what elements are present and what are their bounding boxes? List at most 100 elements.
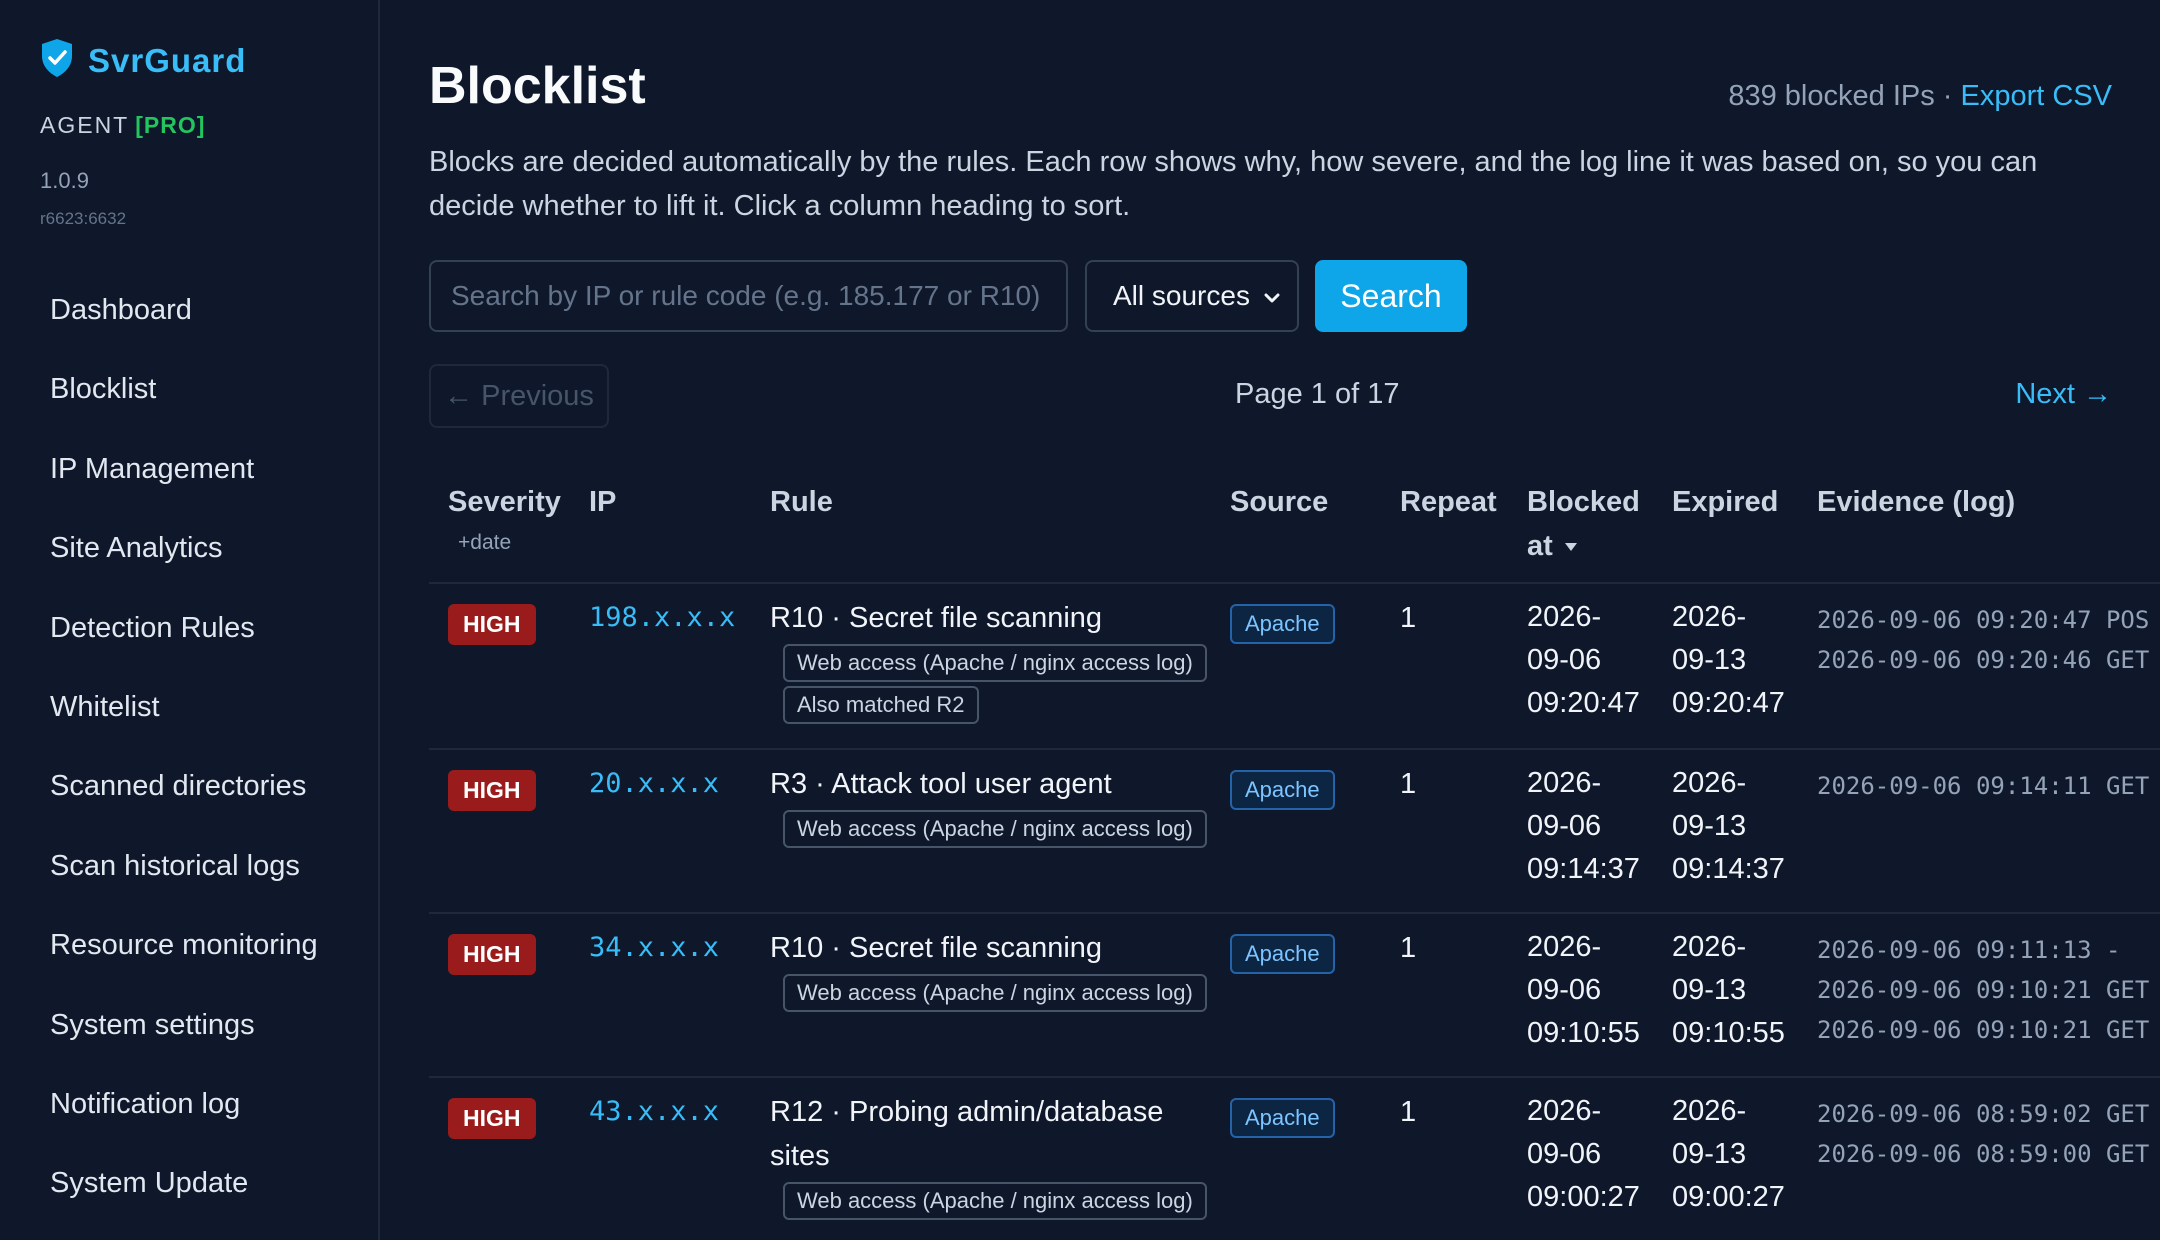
- chip-row: Also matched R2: [770, 682, 1230, 724]
- blocked-at-year: 2026-: [1527, 767, 1602, 799]
- source-select-value: All sources: [1113, 280, 1250, 311]
- previous-page-button[interactable]: ← Previous: [429, 364, 609, 428]
- evidence-line: 2026-09-06 09:20:47 POS: [1817, 606, 2150, 634]
- ip-link[interactable]: 198.x.x.x: [589, 602, 735, 633]
- chip-row: Web access (Apache / nginx access log): [770, 970, 1230, 1012]
- search-input[interactable]: [429, 260, 1068, 332]
- sidebar-item-ip-management[interactable]: IP Management: [50, 443, 370, 522]
- log-type-chip: Web access (Apache / nginx access log): [783, 1182, 1207, 1220]
- blocked-at-date: 09-06: [1527, 644, 1602, 676]
- log-type-chip: Web access (Apache / nginx access log): [783, 644, 1207, 682]
- column-blocked-at[interactable]: Blocked at: [1527, 480, 1640, 568]
- sidebar-item-detection-rules[interactable]: Detection Rules: [50, 602, 370, 681]
- ip-link[interactable]: 34.x.x.x: [589, 932, 719, 963]
- table-row[interactable]: HIGH 34.x.x.x R10 · Secret file scanning…: [429, 914, 2160, 1078]
- sidebar-item-system-update[interactable]: System Update: [50, 1157, 370, 1236]
- evidence-line: 2026-09-06 09:14:11 GET: [1817, 772, 2150, 800]
- severity-badge: HIGH: [448, 934, 536, 975]
- agent-label: AGENT [PRO]: [40, 112, 205, 139]
- sidebar-item-system-settings[interactable]: System settings: [50, 999, 370, 1078]
- blocked-count-text: 839 blocked IPs ·: [1728, 80, 1961, 112]
- table-row[interactable]: HIGH 198.x.x.x R10 · Secret file scannin…: [429, 584, 2160, 750]
- chevron-down-icon: [1261, 284, 1283, 306]
- ip-link[interactable]: 43.x.x.x: [589, 1096, 719, 1127]
- source-badge: Apache: [1230, 604, 1335, 644]
- column-rule[interactable]: Rule: [770, 480, 833, 524]
- sidebar-item-scan-historical-logs[interactable]: Scan historical logs: [50, 840, 370, 919]
- page-description: Blocks are decided automatically by the …: [429, 146, 2038, 222]
- rule-cell: R12 · Probing admin/database sites Web a…: [770, 1090, 1230, 1220]
- blocked-at-year: 2026-: [1527, 601, 1602, 633]
- next-page-button[interactable]: Next →: [2015, 378, 2112, 411]
- app-version: 1.0.9: [40, 168, 89, 193]
- column-severity[interactable]: Severity +date: [448, 480, 561, 558]
- column-blocked-at-line1: Blocked: [1527, 486, 1640, 518]
- expired-at-time: 09:00:27: [1672, 1181, 1785, 1213]
- expired-at-time: 09:14:37: [1672, 853, 1785, 885]
- evidence-log: 2026-09-06 09:11:13 - 2026-09-06 09:10:2…: [1817, 930, 2160, 1050]
- evidence-log: 2026-09-06 09:14:11 GET: [1817, 766, 2160, 806]
- sidebar: SvrGuard AGENT [PRO] 1.0.9 r6623:6632 Das…: [0, 0, 380, 1240]
- blocked-at: 2026- 09-06 09:14:37: [1527, 762, 1640, 891]
- ip-link[interactable]: 20.x.x.x: [589, 768, 719, 799]
- main-content: Blocklist 839 blocked IPs · Export CSV B…: [429, 0, 2160, 1240]
- repeat-count: 1: [1400, 1096, 1417, 1128]
- expired-at-year: 2026-: [1672, 601, 1747, 633]
- expired-at-year: 2026-: [1672, 767, 1747, 799]
- rule-cell: R10 · Secret file scanning Web access (A…: [770, 596, 1230, 724]
- table-row[interactable]: HIGH 20.x.x.x R3 · Attack tool user agen…: [429, 750, 2160, 914]
- severity-badge: HIGH: [448, 604, 536, 645]
- source-select[interactable]: All sources: [1085, 260, 1299, 332]
- log-type-chip: Web access (Apache / nginx access log): [783, 810, 1207, 848]
- blocked-at-year: 2026-: [1527, 931, 1602, 963]
- sidebar-item-site-analytics[interactable]: Site Analytics: [50, 522, 370, 601]
- expired-at: 2026- 09-13 09:00:27: [1672, 1090, 1785, 1219]
- expired-at: 2026- 09-13 09:10:55: [1672, 926, 1785, 1055]
- sidebar-item-notification-log[interactable]: Notification log: [50, 1078, 370, 1157]
- severity-badge: HIGH: [448, 1098, 536, 1139]
- sidebar-item-scanned-directories[interactable]: Scanned directories: [50, 760, 370, 839]
- expired-at-time: 09:20:47: [1672, 687, 1785, 719]
- column-evidence[interactable]: Evidence (log): [1817, 480, 2015, 524]
- sidebar-item-dashboard[interactable]: Dashboard: [50, 284, 370, 363]
- blocked-at-time: 09:10:55: [1527, 1017, 1640, 1049]
- chip-row: Web access (Apache / nginx access log): [770, 1178, 1230, 1220]
- blocked-count: 839 blocked IPs · Export CSV: [1728, 80, 2112, 113]
- search-button[interactable]: Search: [1315, 260, 1467, 332]
- column-expired[interactable]: Expired: [1672, 480, 1778, 524]
- evidence-line: 2026-09-06 09:20:46 GET: [1817, 646, 2150, 674]
- evidence-line: 2026-09-06 09:10:21 GET: [1817, 976, 2150, 1004]
- evidence-line: 2026-09-06 09:10:21 GET: [1817, 1016, 2150, 1044]
- sidebar-item-resource-monitoring[interactable]: Resource monitoring: [50, 919, 370, 998]
- chip-row: Web access (Apache / nginx access log): [770, 806, 1230, 848]
- repeat-count: 1: [1400, 932, 1417, 964]
- rule-title: R10 · Secret file scanning: [770, 932, 1103, 964]
- brand[interactable]: SvrGuard: [40, 38, 246, 83]
- sidebar-nav: Dashboard Blocklist IP Management Site A…: [50, 284, 370, 1237]
- expired-at-date: 09-13: [1672, 974, 1747, 1006]
- blocked-at-time: 09:14:37: [1527, 853, 1640, 885]
- expired-at-date: 09-13: [1672, 810, 1747, 842]
- blocked-at-time: 09:00:27: [1527, 1181, 1640, 1213]
- blocked-at-time: 09:20:47: [1527, 687, 1640, 719]
- column-source[interactable]: Source: [1230, 480, 1328, 524]
- sidebar-item-blocklist[interactable]: Blocklist: [50, 363, 370, 442]
- repeat-count: 1: [1400, 768, 1417, 800]
- column-ip[interactable]: IP: [589, 480, 616, 524]
- rule-cell: R10 · Secret file scanning Web access (A…: [770, 926, 1230, 1012]
- export-csv-link[interactable]: Export CSV: [1961, 80, 2113, 112]
- app-revision: r6623:6632: [40, 209, 127, 228]
- column-severity-sub: +date: [458, 531, 512, 554]
- expired-at-year: 2026-: [1672, 931, 1747, 963]
- sidebar-item-whitelist[interactable]: Whitelist: [50, 681, 370, 760]
- page-title: Blocklist: [429, 57, 646, 115]
- shield-check-icon: [40, 38, 74, 83]
- column-repeat[interactable]: Repeat: [1400, 480, 1497, 524]
- repeat-count: 1: [1400, 602, 1417, 634]
- table-row[interactable]: HIGH 43.x.x.x R12 · Probing admin/databa…: [429, 1078, 2160, 1240]
- expired-at-time: 09:10:55: [1672, 1017, 1785, 1049]
- chip-row: Web access (Apache / nginx access log): [770, 640, 1230, 682]
- severity-badge: HIGH: [448, 770, 536, 811]
- expired-at: 2026- 09-13 09:20:47: [1672, 596, 1785, 725]
- column-blocked-at-line2: at: [1527, 524, 1640, 568]
